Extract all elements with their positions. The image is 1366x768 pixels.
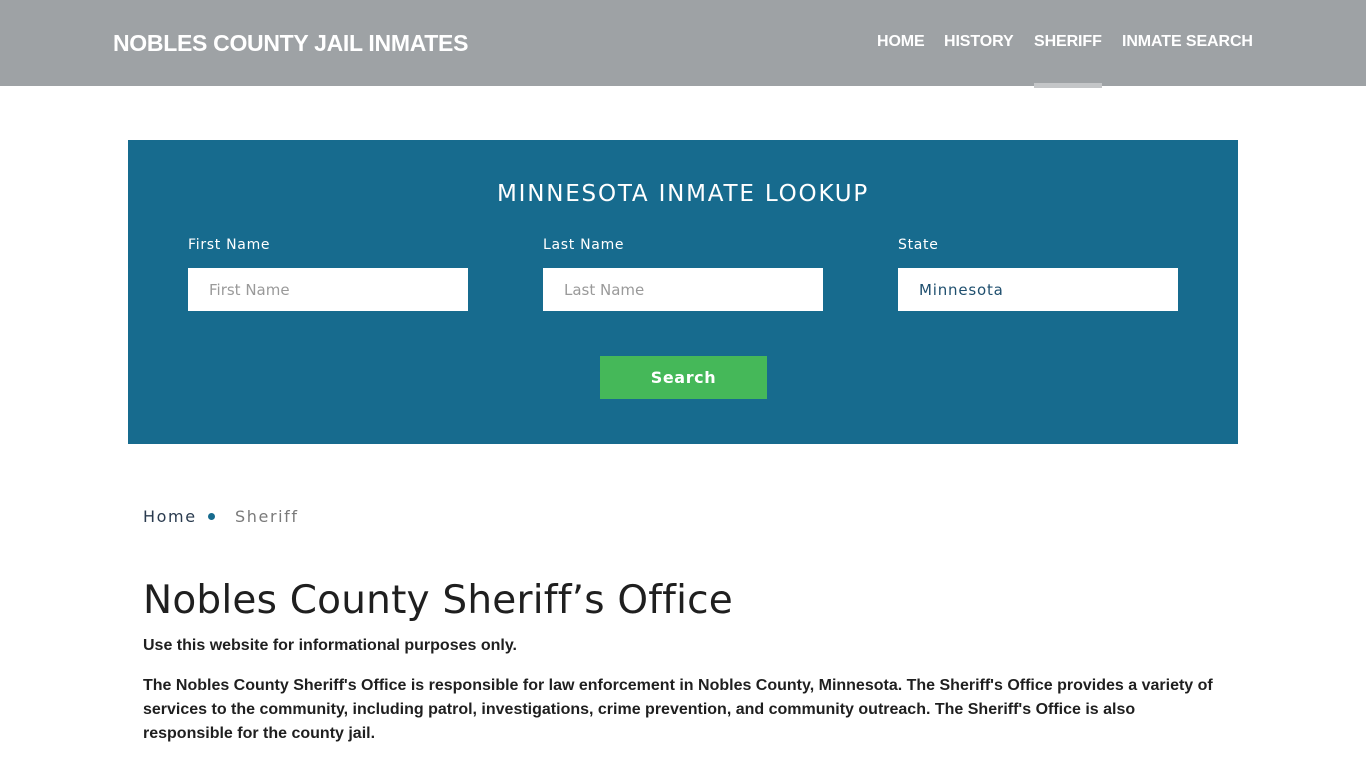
last-name-input[interactable] [543, 268, 823, 311]
first-name-label: First Name [188, 237, 271, 253]
state-label: State [898, 237, 939, 253]
intro-paragraph: The Nobles County Sheriff's Office is re… [143, 677, 1213, 742]
nav-home[interactable]: HOME [877, 33, 925, 51]
breadcrumb-current: Sheriff [235, 507, 299, 526]
disclaimer-text: Use this website for informational purpo… [143, 637, 517, 654]
breadcrumb-home[interactable]: Home [143, 507, 197, 526]
page-title: Nobles County Sheriff’s Office [143, 578, 733, 623]
nav-history[interactable]: HISTORY [944, 33, 1014, 51]
site-header: NOBLES COUNTY JAIL INMATES HOME HISTORY … [0, 0, 1366, 89]
last-name-label: Last Name [543, 237, 625, 253]
breadcrumb-separator-dot-icon [208, 513, 215, 520]
lookup-title: MINNESOTA INMATE LOOKUP [496, 181, 870, 207]
first-name-input[interactable] [188, 268, 468, 311]
search-button[interactable]: Search [600, 356, 767, 399]
nav-sheriff[interactable]: SHERIFF [1034, 33, 1102, 88]
inmate-lookup-panel: MINNESOTA INMATE LOOKUP First Name Last … [128, 140, 1238, 444]
nav-inmate-search[interactable]: INMATE SEARCH [1122, 33, 1253, 51]
state-input[interactable] [898, 268, 1178, 311]
main-nav: HOME HISTORY SHERIFF INMATE SEARCH [0, 33, 1366, 89]
